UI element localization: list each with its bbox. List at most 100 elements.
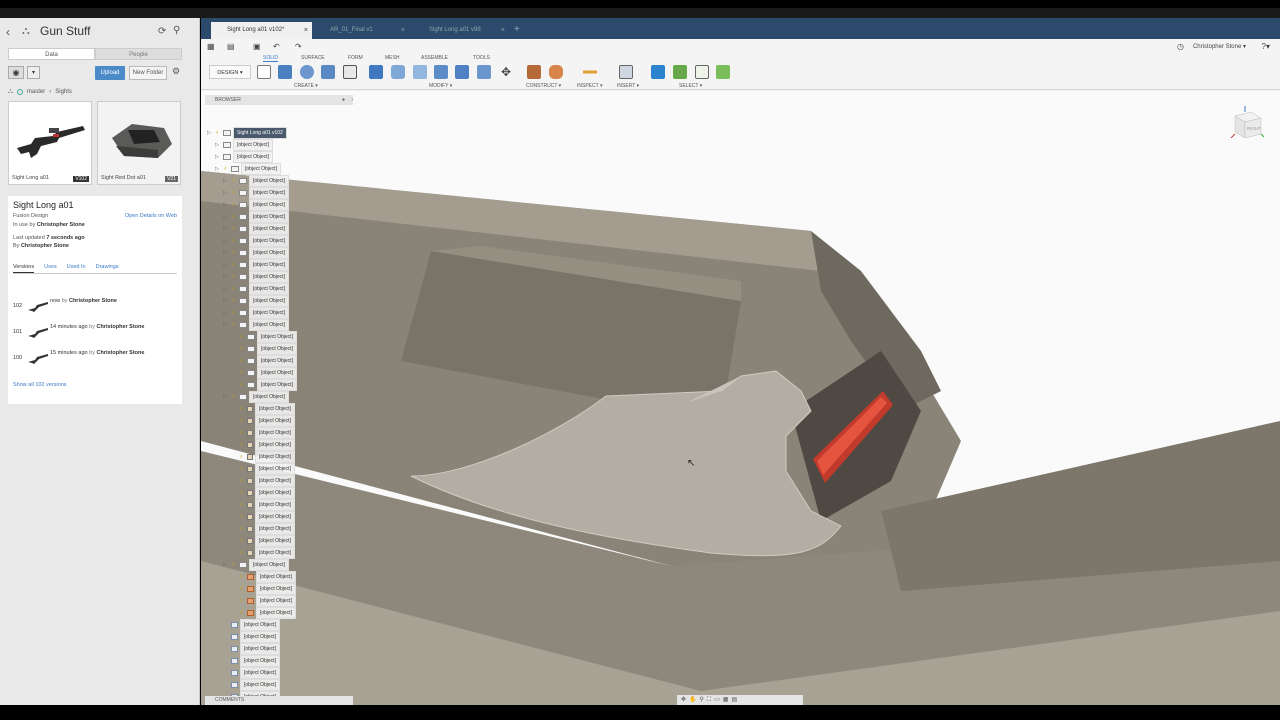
view-icon[interactable]: ◉ xyxy=(8,66,24,79)
visibility-bulb-icon[interactable]: ♁ xyxy=(239,368,245,378)
move-icon[interactable]: ✥ xyxy=(499,65,513,79)
visibility-bulb-icon[interactable]: ♁ xyxy=(239,452,245,462)
3d-viewport[interactable]: BROWSER ● › ▷ ♁ Sight Long a01 v102 ▷ [objec… xyxy=(201,91,1280,705)
expand-triangle-icon[interactable]: ▷ xyxy=(223,296,229,306)
visibility-bulb-icon[interactable]: ♁ xyxy=(231,260,237,270)
tab-solid[interactable]: SOLID xyxy=(263,55,279,62)
visibility-bulb-icon[interactable]: ♁ xyxy=(215,128,221,138)
group-inspect[interactable]: INSPECT ▾ xyxy=(577,83,603,89)
visibility-bulb-icon[interactable]: ♁ xyxy=(239,584,245,594)
sweep-icon[interactable] xyxy=(321,65,335,79)
navigation-bar[interactable]: ✥✋⚲⛶▭▦▤ xyxy=(677,695,803,705)
browser-node[interactable]: ♁ [object Object] xyxy=(231,523,295,535)
visibility-bulb-icon[interactable]: ♁ xyxy=(231,188,237,198)
expand-triangle-icon[interactable]: ▷ xyxy=(223,272,229,282)
design-thumbnail[interactable]: Sight Long a01 V102 xyxy=(8,101,92,185)
browser-node[interactable]: [object Object] xyxy=(223,643,280,655)
expand-triangle-icon[interactable]: ▷ xyxy=(223,212,229,222)
tab-versions[interactable]: Versions xyxy=(13,264,35,273)
user-menu[interactable]: Christopher Stone ▾ xyxy=(1193,43,1246,50)
measure-icon[interactable] xyxy=(583,65,597,79)
gear-icon[interactable]: ⚙ xyxy=(172,66,180,77)
group-insert[interactable]: INSERT ▾ xyxy=(617,83,639,89)
tab-data[interactable]: Data xyxy=(8,48,95,60)
visibility-bulb-icon[interactable]: ♁ xyxy=(239,380,245,390)
group-select[interactable]: SELECT ▾ xyxy=(679,83,702,89)
visibility-bulb-icon[interactable]: ♁ xyxy=(239,416,245,426)
browser-node[interactable]: ▷ [object Object] xyxy=(215,139,273,151)
expand-triangle-icon[interactable]: ▷ xyxy=(215,152,221,162)
browser-node[interactable]: ▷ ♁ [object Object] xyxy=(223,235,289,247)
visibility-bulb-icon[interactable]: ♁ xyxy=(231,212,237,222)
viewports-icon[interactable]: ▤ xyxy=(731,697,740,703)
undo-icon[interactable]: ↶ xyxy=(273,42,280,51)
tab-mesh[interactable]: MESH xyxy=(385,55,399,61)
new-folder-button[interactable]: New Folder xyxy=(129,66,167,80)
collapse-icon[interactable]: › xyxy=(351,95,353,105)
tab-used-in[interactable]: Used In xyxy=(67,264,86,273)
visibility-bulb-icon[interactable]: ♁ xyxy=(239,536,245,546)
browser-node[interactable]: ♁ [object Object] xyxy=(231,439,295,451)
visibility-bulb-icon[interactable]: ♁ xyxy=(239,488,245,498)
visibility-bulb-icon[interactable]: ♁ xyxy=(239,608,245,618)
browser-node[interactable]: ♁ [object Object] xyxy=(231,355,297,367)
browser-node[interactable]: ♁ [object Object] xyxy=(231,535,295,547)
version-row[interactable]: 101 14 minutes ago by Christopher Stone xyxy=(13,324,177,342)
visibility-bulb-icon[interactable]: ♁ xyxy=(231,392,237,402)
expand-triangle-icon[interactable]: ▷ xyxy=(223,248,229,258)
browser-node[interactable]: ▷ ♁ [object Object] xyxy=(223,391,289,403)
expand-triangle-icon[interactable]: ▷ xyxy=(223,224,229,234)
browser-node[interactable]: ♁ [object Object] xyxy=(231,403,295,415)
search-icon[interactable]: ⚲ xyxy=(173,25,180,36)
browser-node[interactable]: ♁ [object Object] xyxy=(231,379,297,391)
visibility-bulb-icon[interactable]: ♁ xyxy=(231,308,237,318)
expand-triangle-icon[interactable]: ▷ xyxy=(215,164,221,174)
browser-node[interactable]: ♁ [object Object] xyxy=(231,511,295,523)
browser-node[interactable]: ▷ ♁ [object Object] xyxy=(223,199,289,211)
group-modify[interactable]: MODIFY ▾ xyxy=(429,83,452,89)
breadcrumb-sights[interactable]: Sights xyxy=(55,89,72,95)
visibility-bulb-icon[interactable]: ♁ xyxy=(239,512,245,522)
visibility-bulb-icon[interactable]: ♁ xyxy=(231,296,237,306)
expand-triangle-icon[interactable]: ▷ xyxy=(223,284,229,294)
browser-node[interactable]: [object Object] xyxy=(223,655,280,667)
browser-node[interactable]: ▷ ♁ [object Object] xyxy=(223,319,289,331)
expand-triangle-icon[interactable]: ▷ xyxy=(223,236,229,246)
new-tab-icon[interactable]: + xyxy=(514,24,520,35)
browser-node[interactable]: ▷ ♁ [object Object] xyxy=(223,307,289,319)
visibility-bulb-icon[interactable]: ♁ xyxy=(239,332,245,342)
visibility-bulb-icon[interactable]: ♁ xyxy=(239,464,245,474)
browser-node[interactable]: ▷ ♁ [object Object] xyxy=(223,559,289,571)
browser-node[interactable]: ♁ [object Object] xyxy=(231,367,297,379)
redo-icon[interactable]: ↷ xyxy=(295,42,302,51)
tab-tools[interactable]: TOOLS xyxy=(473,55,490,61)
browser-node[interactable]: ♁ [object Object] xyxy=(231,595,296,607)
visibility-bulb-icon[interactable]: ♁ xyxy=(239,440,245,450)
tab-people[interactable]: People xyxy=(95,48,182,60)
save-icon[interactable]: ▣ xyxy=(253,42,261,51)
pin-icon[interactable]: ● xyxy=(342,95,345,105)
select-through-icon[interactable] xyxy=(695,65,709,79)
visibility-bulb-icon[interactable]: ♁ xyxy=(239,572,245,582)
browser-node[interactable]: ▷ ♁ Sight Long a01 v102 xyxy=(207,127,287,139)
browser-node[interactable]: [object Object] xyxy=(223,667,280,679)
extrude-icon[interactable] xyxy=(278,65,292,79)
visibility-bulb-icon[interactable]: ♁ xyxy=(231,284,237,294)
browser-node[interactable]: ♁ [object Object] xyxy=(231,571,296,583)
visibility-bulb-icon[interactable]: ♁ xyxy=(239,500,245,510)
visibility-bulb-icon[interactable]: ♁ xyxy=(231,176,237,186)
pattern-icon[interactable] xyxy=(343,65,357,79)
expand-triangle-icon[interactable]: ▷ xyxy=(223,320,229,330)
expand-triangle-icon[interactable]: ▷ xyxy=(207,128,213,138)
offset-plane-icon[interactable] xyxy=(527,65,541,79)
show-all-versions-link[interactable]: Show all 102 versions xyxy=(13,382,67,388)
select-icon[interactable] xyxy=(651,65,665,79)
browser-node[interactable]: ▷ ♁ [object Object] xyxy=(223,271,289,283)
shell-icon[interactable] xyxy=(434,65,448,79)
browser-node[interactable]: ♁ [object Object] xyxy=(231,343,297,355)
view-dropdown-chevron-icon[interactable]: ▾ xyxy=(27,66,40,79)
visibility-bulb-icon[interactable]: ♁ xyxy=(231,236,237,246)
view-cube[interactable]: RIGHT xyxy=(1229,104,1265,144)
browser-node[interactable]: ▷ ♁ [object Object] xyxy=(223,247,289,259)
visibility-bulb-icon[interactable]: ♁ xyxy=(239,344,245,354)
